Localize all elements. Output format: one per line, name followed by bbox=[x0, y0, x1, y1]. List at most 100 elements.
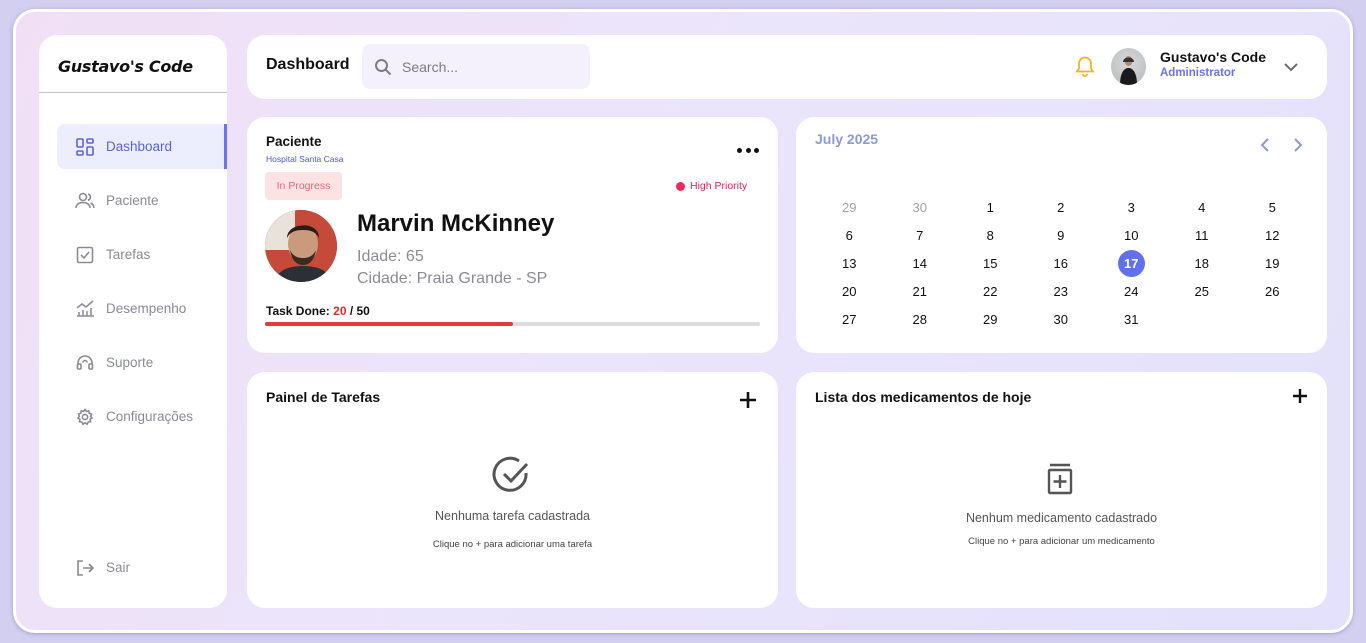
calendar-day[interactable]: 18 bbox=[1167, 249, 1238, 277]
calendar-day[interactable]: 27 bbox=[814, 305, 885, 333]
calendar-card: July 2025 29 30 1 2 3 4 5 6 7 8 9 10 11 12 13 14 15 16 17 1… bbox=[796, 117, 1327, 353]
calendar-day[interactable]: 29 bbox=[814, 193, 885, 221]
patient-card-title: Paciente bbox=[266, 134, 322, 149]
sidebar-item-label: Tarefas bbox=[106, 247, 151, 262]
sidebar-item-configuracoes[interactable]: Configurações bbox=[57, 394, 227, 439]
patient-city: Cidade: Praia Grande - SP bbox=[357, 270, 548, 287]
sidebar-item-suporte[interactable]: Suporte bbox=[57, 340, 227, 385]
calendar-day-number: 25 bbox=[1194, 283, 1209, 299]
search-input[interactable] bbox=[402, 58, 572, 75]
calendar-day[interactable]: 3 bbox=[1096, 193, 1167, 221]
search-icon bbox=[373, 57, 393, 77]
sidebar-item-paciente[interactable]: Paciente bbox=[57, 178, 227, 223]
headset-icon bbox=[75, 353, 95, 373]
calendar-day[interactable]: 25 bbox=[1167, 277, 1238, 305]
calendar-day[interactable]: 12 bbox=[1237, 221, 1308, 249]
calendar-day-number: 5 bbox=[1268, 199, 1276, 215]
user-name: Gustavo's Code bbox=[1160, 49, 1267, 65]
calendar-day[interactable]: 16 bbox=[1026, 249, 1097, 277]
bell-icon[interactable] bbox=[1075, 55, 1095, 77]
calendar-day[interactable]: 30 bbox=[1026, 305, 1097, 333]
calendar-day[interactable]: 21 bbox=[885, 277, 956, 305]
status-badge: In Progress bbox=[265, 172, 342, 200]
sidebar-item-label: Configurações bbox=[106, 409, 194, 424]
calendar-day[interactable]: 22 bbox=[955, 277, 1026, 305]
more-options-icon[interactable] bbox=[737, 143, 759, 157]
calendar-day-number: 26 bbox=[1265, 283, 1280, 299]
calendar-day[interactable]: 26 bbox=[1237, 277, 1308, 305]
calendar-day-number: 11 bbox=[1195, 227, 1209, 243]
chart-icon bbox=[75, 299, 95, 319]
top-bar: Dashboard Gustavo's Code Administrator bbox=[247, 35, 1327, 99]
calendar-day[interactable]: 13 bbox=[814, 249, 885, 277]
task-done-label: Task Done: 20 / 50 bbox=[266, 304, 370, 318]
calendar-day-number: 2 bbox=[1057, 199, 1065, 215]
empty-state-text: Nenhuma tarefa cadastrada bbox=[435, 509, 590, 523]
calendar-day[interactable]: 19 bbox=[1237, 249, 1308, 277]
calendar-day[interactable]: 6 bbox=[814, 221, 885, 249]
patient-photo bbox=[265, 210, 337, 282]
calendar-day[interactable]: 2 bbox=[1026, 193, 1097, 221]
calendar-day-today[interactable]: 17 bbox=[1096, 249, 1167, 277]
tasks-panel: Painel de Tarefas Nenhuma tarefa cadastr… bbox=[247, 372, 778, 608]
priority-badge: High Priority bbox=[676, 180, 747, 192]
calendar-day-number: 31 bbox=[1124, 311, 1139, 327]
calendar-day[interactable]: 4 bbox=[1167, 193, 1238, 221]
calendar-day[interactable]: 30 bbox=[885, 193, 956, 221]
sidebar-item-tarefas[interactable]: Tarefas bbox=[57, 232, 227, 277]
calendar-day[interactable]: 20 bbox=[814, 277, 885, 305]
calendar-day[interactable]: 29 bbox=[955, 305, 1026, 333]
gear-icon bbox=[75, 407, 95, 427]
calendar-week-row: 13 14 15 16 17 18 19 bbox=[814, 249, 1308, 277]
calendar-month-title: July 2025 bbox=[815, 131, 879, 147]
calendar-day[interactable]: 28 bbox=[885, 305, 956, 333]
calendar-day[interactable]: 10 bbox=[1096, 221, 1167, 249]
calendar-day[interactable]: 24 bbox=[1096, 277, 1167, 305]
chevron-down-icon[interactable] bbox=[1283, 59, 1299, 75]
calendar-week-row: 6 7 8 9 10 11 12 bbox=[814, 221, 1308, 249]
calendar-day-number: 15 bbox=[983, 255, 998, 271]
calendar-day[interactable]: 9 bbox=[1026, 221, 1097, 249]
add-medication-button[interactable] bbox=[1290, 386, 1310, 406]
calendar-day[interactable]: 23 bbox=[1026, 277, 1097, 305]
calendar-day-number: 7 bbox=[916, 227, 924, 243]
calendar-day[interactable]: 15 bbox=[955, 249, 1026, 277]
hospital-name: Hospital Santa Casa bbox=[266, 154, 344, 164]
priority-dot-icon bbox=[676, 181, 685, 191]
task-total: / 50 bbox=[349, 304, 370, 318]
calendar-day-number: 23 bbox=[1053, 283, 1068, 299]
calendar-day[interactable]: 5 bbox=[1237, 193, 1308, 221]
avatar[interactable] bbox=[1111, 48, 1146, 85]
chevron-right-icon[interactable] bbox=[1289, 137, 1305, 153]
calendar-day[interactable]: 14 bbox=[885, 249, 956, 277]
calendar-day[interactable]: 1 bbox=[955, 193, 1026, 221]
calendar-day[interactable]: 11 bbox=[1167, 221, 1238, 249]
calendar-day[interactable]: 31 bbox=[1096, 305, 1167, 333]
priority-label: High Priority bbox=[690, 180, 748, 192]
calendar-day-number: 1 bbox=[986, 199, 994, 215]
calendar-week-row: 20 21 22 23 24 25 26 bbox=[814, 277, 1308, 305]
search-box[interactable] bbox=[362, 44, 590, 89]
logout-label: Sair bbox=[106, 560, 131, 575]
task-done-title: Task Done: bbox=[266, 304, 330, 318]
patient-age: Idade: 65 bbox=[357, 248, 424, 265]
sidebar-item-desempenho[interactable]: Desempenho bbox=[57, 286, 227, 331]
calendar-day[interactable]: 8 bbox=[955, 221, 1026, 249]
add-task-button[interactable] bbox=[738, 390, 758, 410]
calendar-day[interactable]: 7 bbox=[885, 221, 956, 249]
sidebar-item-label: Desempenho bbox=[106, 301, 187, 316]
progress-bar bbox=[265, 322, 760, 326]
calendar-day-number: 10 bbox=[1124, 227, 1139, 243]
sidebar-item-label: Dashboard bbox=[106, 139, 173, 154]
calendar-day-number: 21 bbox=[912, 283, 927, 299]
logout-button[interactable]: Sair bbox=[57, 545, 227, 590]
calendar-day-number: 12 bbox=[1265, 227, 1280, 243]
calendar-day-number: 13 bbox=[842, 255, 857, 271]
calendar-day-number: 3 bbox=[1127, 199, 1135, 215]
medicine-bottle-icon bbox=[1047, 463, 1073, 499]
calendar-day-number: 27 bbox=[842, 311, 857, 327]
calendar-week-row: 29 30 1 2 3 4 5 bbox=[814, 193, 1308, 221]
calendar-day-number: 29 bbox=[983, 311, 998, 327]
chevron-left-icon[interactable] bbox=[1258, 137, 1274, 153]
sidebar-item-dashboard[interactable]: Dashboard bbox=[57, 124, 227, 169]
